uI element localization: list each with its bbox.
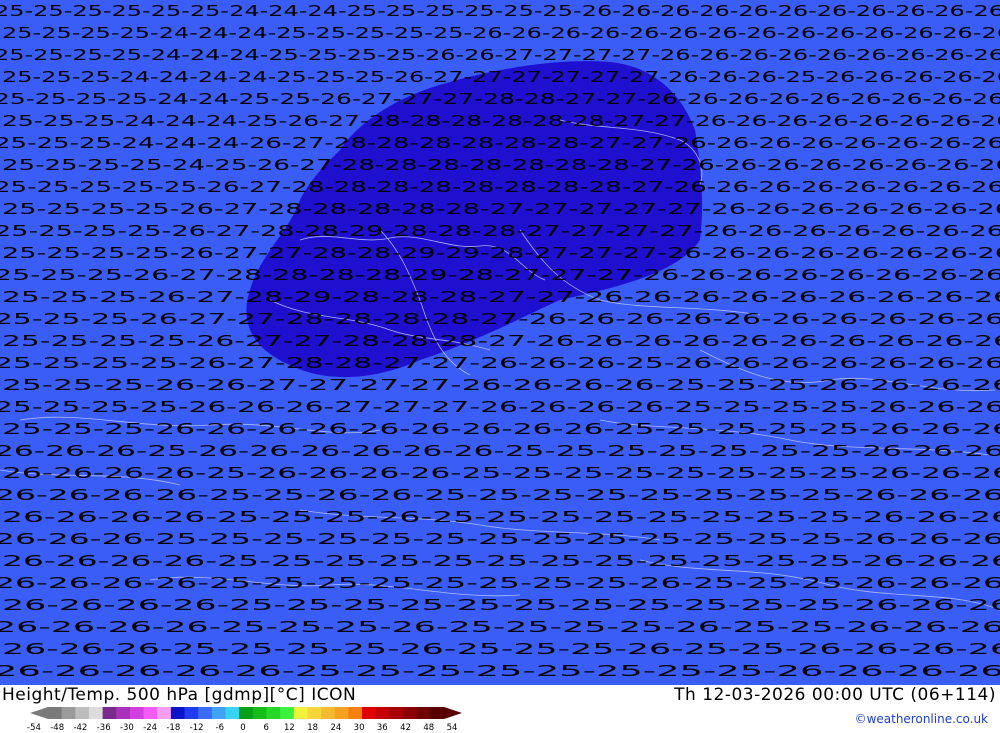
legend-swatch (280, 707, 295, 719)
contour-label-row: 25-25-25-25-26-27-28-28-27-27-26-26-26-2… (0, 354, 1000, 372)
legend-swatch (321, 707, 336, 719)
contour-label-row: 26-26-26-26-25-25-25-25-25-25-25-25-25-2… (2, 552, 1000, 570)
contour-label-row: 25-25-25-26-27-27-28-28-28-28-27-26-26-2… (0, 310, 1000, 328)
legend-swatch (403, 707, 418, 719)
legend-tick-label: -48 (50, 723, 65, 733)
forecast-datetime: Th 12-03-2026 00:00 UTC (06+114) (674, 685, 996, 705)
map-footer: Height/Temp. 500 hPa [gdmp][°C] ICON Th … (0, 685, 1000, 733)
contour-label-row: 26-26-26-26-26-25-25-25-25-25-25-25-25-2… (0, 662, 1000, 680)
contour-label-row: 25-25-25-25-26-27-28-28-29-28-28-28-27-2… (0, 222, 1000, 240)
contour-label-row: 26-26-26-25-25-25-25-26-25-25-25-26-25-2… (2, 640, 1000, 658)
legend-swatch (129, 707, 145, 719)
contour-label-row: 25-25-25-25-26-27-27-28-28-28-27-26-26-2… (2, 332, 1000, 350)
legend-tick-label: 24 (330, 723, 342, 733)
legend-swatch (211, 707, 227, 719)
contour-label-row: 26-26-26-26-25-26-26-26-26-25-25-25-25-2… (2, 464, 1000, 482)
contour-label-row: 26-26-26-26-25-25-25-25-25-25-25-25-25-2… (2, 596, 1000, 614)
legend-tick-label: 6 (263, 723, 269, 733)
legend-swatch (348, 707, 363, 719)
legend-swatch (198, 707, 213, 719)
legend-swatch (375, 707, 390, 719)
contour-label-row: 26-26-26-26-25-25-25-26-25-25-25-25-26-2… (0, 618, 1000, 636)
contour-label-row: 25-25-25-25-26-26-26-27-27-27-26-26-26-2… (0, 398, 1000, 416)
contour-label-row: 25-25-25-25-24-24-25-25-26-27-27-27-28-2… (0, 90, 1000, 108)
weatheronline-credit[interactable]: ©weatheronline.co.uk (855, 712, 988, 726)
legend-swatch (239, 707, 254, 719)
legend-tick-label: 42 (400, 723, 412, 733)
legend-swatch (157, 707, 172, 719)
legend-swatch (362, 707, 377, 719)
legend-swatch (266, 707, 281, 719)
legend-swatch (293, 707, 308, 719)
legend-swatch (170, 707, 186, 719)
legend-swatch (184, 707, 199, 719)
legend-swatch (88, 707, 104, 719)
legend-tick-label: 12 (283, 723, 295, 733)
legend-tick-label: -18 (166, 723, 181, 733)
legend-swatch (48, 707, 63, 719)
contour-label-row: 25-25-25-25-24-24-24-25-25-25-25-26-26-2… (0, 46, 1000, 64)
contour-label-row: 25-25-25-24-24-24-25-26-27-28-28-28-28-2… (2, 112, 1000, 130)
legend-swatch (416, 707, 431, 719)
contour-label-row: 25-25-25-24-24-24-26-27-28-28-28-28-28-2… (0, 134, 1000, 152)
contour-label-row: 26-26-26-25-25-25-25-25-25-25-25-25-25-2… (0, 530, 1000, 548)
contour-label-row: 25-25-25-25-25-26-27-28-28-28-28-28-28-2… (0, 178, 1000, 196)
legend-tick-label: -42 (73, 723, 88, 733)
contour-label-row: 26-26-26-26-25-25-25-26-25-25-25-25-25-2… (2, 508, 1000, 526)
legend-tick-labels: -54 -48 -42 -36 -30 -24 -18 -12 -6 0 6 12 18 24 30 36 42… (27, 723, 474, 733)
contour-label-row: 25-25-25-26-26-26-26-26-26-26-26-26-25-2… (2, 420, 1000, 438)
legend-swatch (307, 707, 322, 719)
legend-tick-label: -12 (189, 723, 204, 733)
contour-label-row: 25-25-25-26-26-27-27-27-27-26-26-26-26-2… (2, 376, 1000, 394)
legend-tick-label: 0 (240, 723, 246, 733)
contour-label-row: 25-25-25-26-27-28-28-28-28-29-28-27-27-2… (0, 266, 1000, 284)
legend-tick-label: -6 (215, 723, 225, 733)
legend-tick-label: 48 (423, 723, 435, 733)
legend-tick-label: -24 (143, 723, 158, 733)
legend-swatch (75, 707, 90, 719)
legend-swatch (430, 707, 445, 719)
contour-labels: 25-25-25-25-25-25-24-24-24-25-25-25-25-2… (0, 2, 1000, 680)
map-title: Height/Temp. 500 hPa [gdmp][°C] ICON (2, 685, 357, 705)
legend-swatch (389, 707, 404, 719)
legend-swatch (116, 707, 131, 719)
legend-tick-label: 36 (376, 723, 388, 733)
temperature-legend (30, 707, 462, 719)
contour-label-row: 25-25-25-25-26-27-28-28-28-28-28-27-27-2… (2, 200, 1000, 218)
legend-swatch (252, 707, 267, 719)
legend-swatch (61, 707, 76, 719)
legend-tick-label: -36 (96, 723, 111, 733)
contour-label-row: 26-26-26-26-25-25-25-25-25-25-25-25-26-2… (0, 574, 1000, 592)
contour-label-row: 25-25-25-24-24-24-24-25-25-25-26-27-27-2… (2, 68, 1000, 86)
contour-label-row: 25-25-25-25-24-25-26-27-28-28-28-28-28-2… (2, 156, 1000, 174)
legend-tick-label: 30 (353, 723, 365, 733)
legend-swatch (102, 707, 117, 719)
legend-arrow-left (30, 707, 48, 719)
legend-swatch (334, 707, 349, 719)
legend-tick-label: -30 (119, 723, 134, 733)
contour-label-row: 25-25-25-25-26-27-27-28-28-29-29-28-27-2… (2, 244, 1000, 262)
legend-tick-label: 54 (446, 723, 458, 733)
contour-label-row: 25-25-25-25-24-24-24-25-25-25-25-25-26-2… (2, 24, 1000, 42)
contour-label-row: 25-25-25-25-25-25-24-24-24-25-25-25-25-2… (0, 2, 1000, 20)
weather-map: 25-25-25-25-25-25-24-24-24-25-25-25-25-2… (0, 0, 1000, 685)
contour-label-row: 25-25-25-26-27-28-29-28-28-28-27-27-26-2… (2, 288, 1000, 306)
legend-swatch (143, 707, 158, 719)
legend-tick-label: 18 (307, 723, 319, 733)
legend-tick-label: -54 (27, 723, 41, 733)
legend-arrow-right (444, 707, 462, 719)
contour-label-row: 26-26-26-25-26-26-26-26-26-26-25-25-25-2… (0, 442, 1000, 460)
contour-label-row: 26-26-26-26-25-25-26-26-25-25-25-25-25-2… (0, 486, 1000, 504)
legend-swatch (225, 707, 240, 719)
